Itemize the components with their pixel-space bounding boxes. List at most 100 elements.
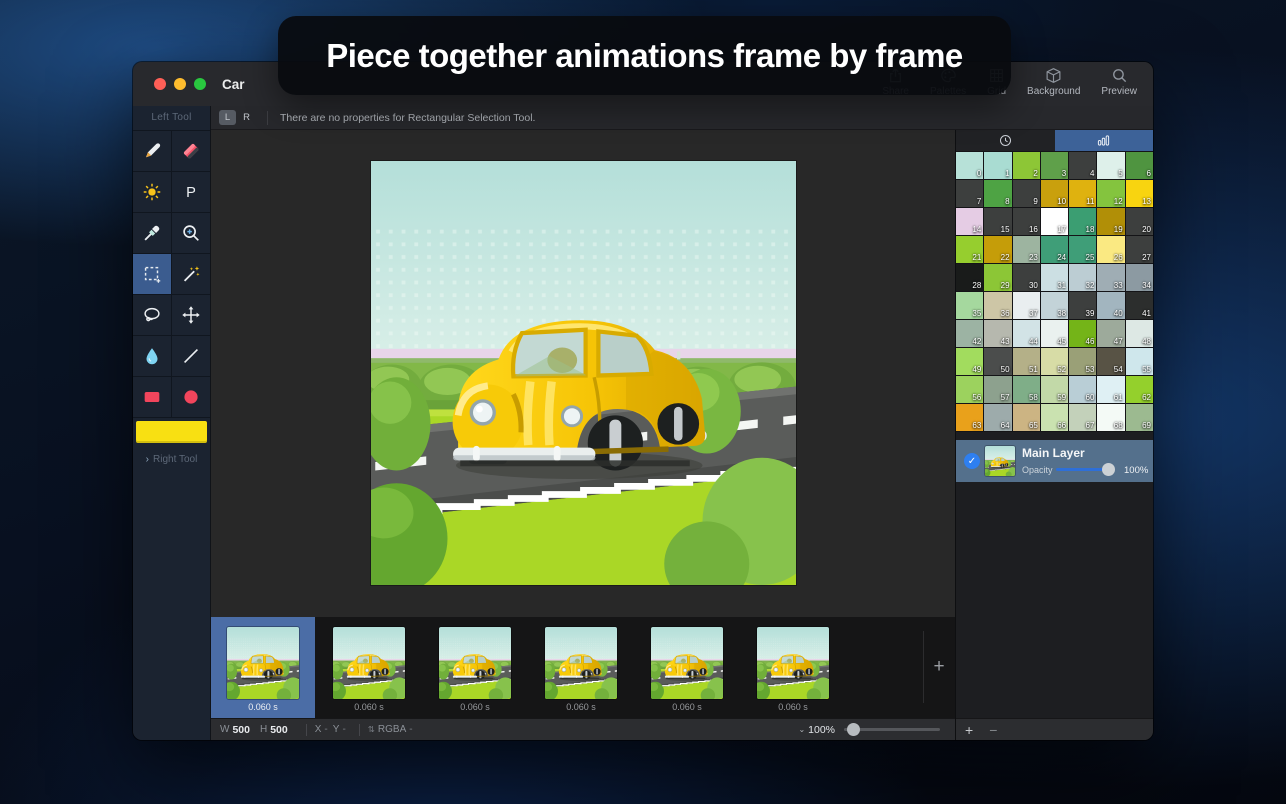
palette-swatch-24[interactable]: 24	[1041, 236, 1068, 263]
zoom-slider[interactable]	[844, 723, 940, 736]
palette-tab-recent[interactable]	[956, 130, 1055, 151]
right-button-toggle[interactable]: R	[238, 110, 255, 125]
pixel-art-canvas[interactable]	[371, 161, 796, 585]
text-tool[interactable]: P	[172, 172, 210, 212]
toolbar-background-button[interactable]: Background	[1027, 67, 1080, 97]
palette-swatch-54[interactable]: 54	[1097, 348, 1124, 375]
palette-swatch-35[interactable]: 35	[956, 292, 983, 319]
palette-swatch-3[interactable]: 3	[1041, 152, 1068, 179]
palette-swatch-68[interactable]: 68	[1097, 404, 1124, 431]
brightness-tool[interactable]	[133, 172, 171, 212]
palette-swatch-48[interactable]: 48	[1126, 320, 1153, 347]
left-button-toggle[interactable]: L	[219, 110, 236, 125]
palette-swatch-30[interactable]: 30	[1013, 264, 1040, 291]
palette-swatch-22[interactable]: 22	[984, 236, 1011, 263]
palette-swatch-27[interactable]: 27	[1126, 236, 1153, 263]
frame-3[interactable]: 0.060 s	[423, 617, 527, 718]
palette-swatch-8[interactable]: 8	[984, 180, 1011, 207]
frame-1[interactable]: 0.060 s	[211, 617, 315, 718]
palette-swatch-29[interactable]: 29	[984, 264, 1011, 291]
move-tool[interactable]	[172, 295, 210, 335]
palette-swatch-38[interactable]: 38	[1041, 292, 1068, 319]
palette-swatch-34[interactable]: 34	[1126, 264, 1153, 291]
line-tool[interactable]	[172, 336, 210, 376]
palette-swatch-6[interactable]: 6	[1126, 152, 1153, 179]
palette-swatch-11[interactable]: 11	[1069, 180, 1096, 207]
palette-swatch-63[interactable]: 63	[956, 404, 983, 431]
palette-swatch-66[interactable]: 66	[1041, 404, 1068, 431]
layer-row[interactable]: ✓ Main Layer Opacity 100%	[956, 440, 1153, 482]
rgba-stepper-icon[interactable]: ⇅	[368, 724, 375, 735]
frame-6[interactable]: 0.060 s	[741, 617, 845, 718]
magic-wand-tool[interactable]	[172, 254, 210, 294]
opacity-slider-knob[interactable]	[1102, 463, 1115, 476]
palette-swatch-1[interactable]: 1	[984, 152, 1011, 179]
palette-swatch-43[interactable]: 43	[984, 320, 1011, 347]
frame-2[interactable]: 0.060 s	[317, 617, 421, 718]
palette-swatch-41[interactable]: 41	[1126, 292, 1153, 319]
palette-swatch-16[interactable]: 16	[1013, 208, 1040, 235]
palette-swatch-52[interactable]: 52	[1041, 348, 1068, 375]
palette-swatch-5[interactable]: 5	[1097, 152, 1124, 179]
palette-swatch-64[interactable]: 64	[984, 404, 1011, 431]
pencil-tool[interactable]	[133, 131, 171, 171]
palette-swatch-15[interactable]: 15	[984, 208, 1011, 235]
palette-swatch-32[interactable]: 32	[1069, 264, 1096, 291]
palette-swatch-37[interactable]: 37	[1013, 292, 1040, 319]
zoom-slider-knob[interactable]	[847, 723, 860, 736]
palette-swatch-40[interactable]: 40	[1097, 292, 1124, 319]
palette-swatch-49[interactable]: 49	[956, 348, 983, 375]
palette-swatch-44[interactable]: 44	[1013, 320, 1040, 347]
palette-swatch-39[interactable]: 39	[1069, 292, 1096, 319]
ellipse-shape-tool[interactable]	[172, 377, 210, 417]
palette-swatch-21[interactable]: 21	[956, 236, 983, 263]
palette-swatch-12[interactable]: 12	[1097, 180, 1124, 207]
palette-swatch-65[interactable]: 65	[1013, 404, 1040, 431]
frame-5[interactable]: 0.060 s	[635, 617, 739, 718]
palette-swatch-10[interactable]: 10	[1041, 180, 1068, 207]
close-button[interactable]	[154, 78, 166, 90]
palette-swatch-62[interactable]: 62	[1126, 376, 1153, 403]
palette-swatch-67[interactable]: 67	[1069, 404, 1096, 431]
zoom-level-dropdown[interactable]: 100%	[808, 724, 835, 736]
rect-shape-tool[interactable]	[133, 377, 171, 417]
palette-swatch-4[interactable]: 4	[1069, 152, 1096, 179]
palette-swatch-60[interactable]: 60	[1069, 376, 1096, 403]
minimize-button[interactable]	[174, 78, 186, 90]
palette-swatch-58[interactable]: 58	[1013, 376, 1040, 403]
palette-swatch-33[interactable]: 33	[1097, 264, 1124, 291]
palette-swatch-9[interactable]: 9	[1013, 180, 1040, 207]
palette-swatch-17[interactable]: 17	[1041, 208, 1068, 235]
layer-visibility-checkbox[interactable]: ✓	[964, 453, 980, 469]
palette-tab-colors[interactable]	[1055, 130, 1154, 151]
palette-swatch-50[interactable]: 50	[984, 348, 1011, 375]
palette-swatch-25[interactable]: 25	[1069, 236, 1096, 263]
palette-swatch-26[interactable]: 26	[1097, 236, 1124, 263]
current-color-swatch[interactable]	[136, 421, 207, 443]
palette-swatch-55[interactable]: 55	[1126, 348, 1153, 375]
palette-swatch-42[interactable]: 42	[956, 320, 983, 347]
palette-swatch-7[interactable]: 7	[956, 180, 983, 207]
right-tool-disclosure[interactable]: › Right Tool	[133, 454, 210, 465]
rect-select-tool[interactable]	[133, 254, 171, 294]
eraser-tool[interactable]	[172, 131, 210, 171]
palette-swatch-59[interactable]: 59	[1041, 376, 1068, 403]
palette-swatch-56[interactable]: 56	[956, 376, 983, 403]
zoom-button[interactable]	[194, 78, 206, 90]
palette-swatch-20[interactable]: 20	[1126, 208, 1153, 235]
palette-swatch-45[interactable]: 45	[1041, 320, 1068, 347]
frame-4[interactable]: 0.060 s	[529, 617, 633, 718]
palette-swatch-19[interactable]: 19	[1097, 208, 1124, 235]
palette-swatch-13[interactable]: 13	[1126, 180, 1153, 207]
add-layer-button[interactable]: +	[965, 723, 973, 737]
palette-swatch-31[interactable]: 31	[1041, 264, 1068, 291]
remove-layer-button[interactable]: −	[989, 723, 997, 737]
zoom-tool[interactable]	[172, 213, 210, 253]
palette-swatch-69[interactable]: 69	[1126, 404, 1153, 431]
palette-swatch-57[interactable]: 57	[984, 376, 1011, 403]
palette-swatch-53[interactable]: 53	[1069, 348, 1096, 375]
add-frame-button[interactable]: +	[925, 653, 953, 681]
toolbar-preview-button[interactable]: Preview	[1101, 67, 1137, 97]
eyedropper-tool[interactable]	[133, 213, 171, 253]
palette-swatch-23[interactable]: 23	[1013, 236, 1040, 263]
